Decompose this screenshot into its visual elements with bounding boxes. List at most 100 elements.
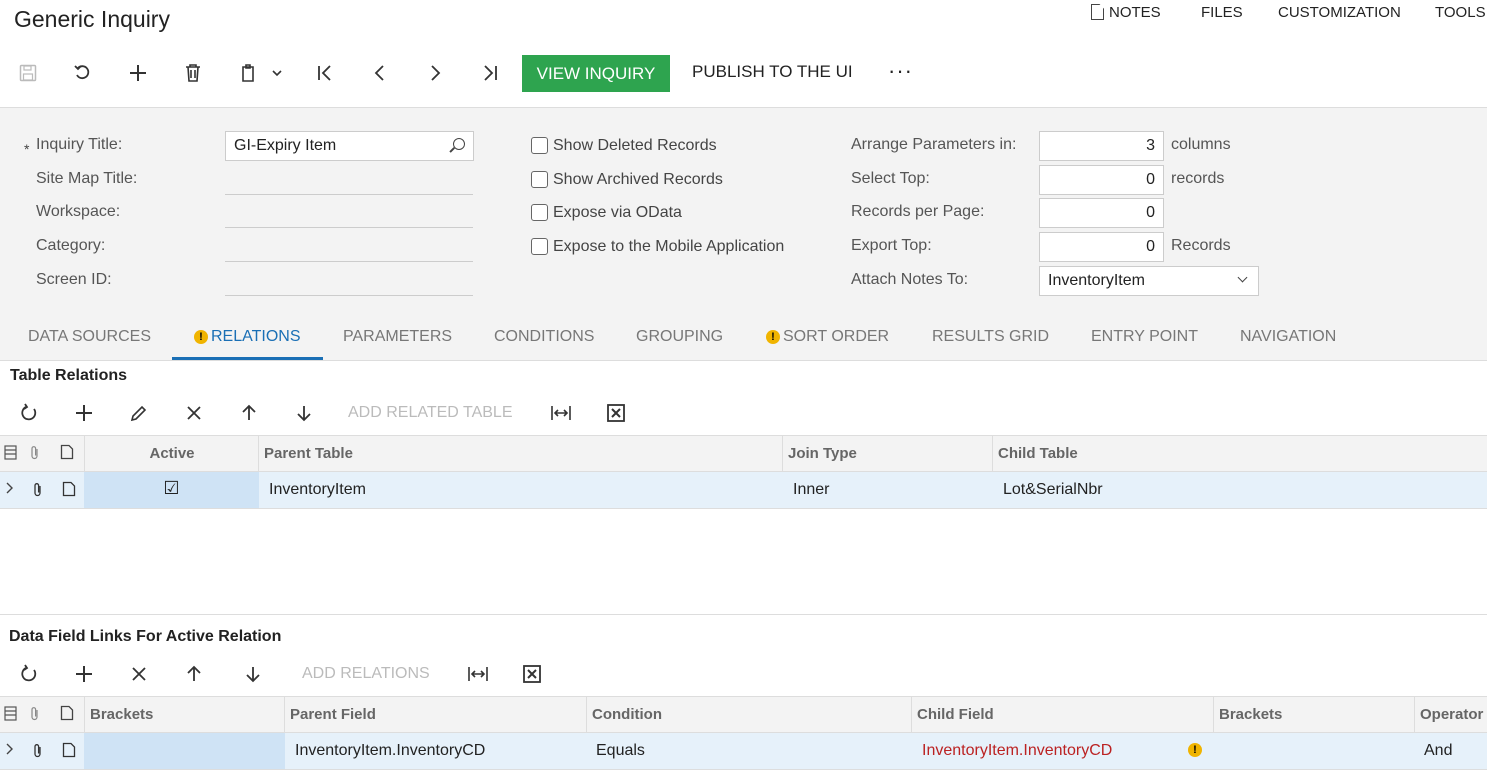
tab-relations[interactable]: ! RELATIONS [194, 328, 301, 346]
screen-id-field[interactable] [225, 295, 473, 296]
col-parent-table[interactable]: Parent Table [258, 436, 783, 472]
expose-mobile-checkbox[interactable] [531, 238, 548, 255]
records-per-page-input[interactable]: 0 [1039, 198, 1164, 228]
tab-navigation[interactable]: NAVIGATION [1240, 328, 1336, 346]
refresh-icon[interactable] [18, 403, 40, 429]
col-join-type[interactable]: Join Type [782, 436, 993, 472]
export-top-input[interactable]: 0 [1039, 232, 1164, 262]
export-top-label: Export Top: [851, 237, 932, 254]
screen-id-label: Screen ID: [36, 271, 112, 288]
last-record-icon[interactable] [479, 62, 501, 84]
col-child-field[interactable]: Child Field [911, 697, 1214, 733]
save-icon[interactable] [17, 62, 39, 84]
customization-link[interactable]: CUSTOMIZATION [1278, 4, 1401, 21]
arrange-parameters-label: Arrange Parameters in: [851, 136, 1017, 153]
child-field-cell[interactable]: InventoryItem.InventoryCD [912, 733, 1214, 769]
delete-row-icon[interactable] [183, 403, 205, 429]
add-row-icon[interactable] [73, 664, 95, 690]
chevron-right-icon[interactable] [6, 481, 14, 498]
tab-parameters[interactable]: PARAMETERS [343, 328, 452, 346]
attachment-icon[interactable] [32, 743, 44, 762]
brackets-cell[interactable] [84, 733, 285, 769]
join-type-cell[interactable]: Inner [783, 472, 993, 508]
parent-table-cell[interactable]: InventoryItem [259, 472, 782, 508]
move-down-icon[interactable] [293, 403, 315, 429]
attachment-icon[interactable] [32, 482, 44, 501]
add-related-table-button[interactable]: ADD RELATED TABLE [348, 404, 513, 422]
table-row[interactable]: InventoryItem.InventoryCD Equals Invento… [0, 733, 1487, 770]
tab-grouping[interactable]: GROUPING [636, 328, 723, 346]
brackets-2-cell[interactable] [1214, 733, 1414, 769]
chevron-down-icon[interactable] [266, 62, 288, 84]
chevron-down-icon [1237, 272, 1248, 283]
attach-notes-select[interactable]: InventoryItem [1039, 266, 1259, 296]
search-icon[interactable] [453, 138, 465, 150]
attachment-icon [29, 445, 41, 464]
active-checkbox[interactable]: ☑ [84, 472, 259, 508]
inquiry-title-input[interactable]: GI-Expiry Item [225, 131, 474, 161]
col-condition[interactable]: Condition [586, 697, 912, 733]
chevron-right-icon[interactable] [6, 742, 14, 759]
notes-link[interactable]: NOTES [1091, 4, 1161, 21]
table-row[interactable]: ☑ InventoryItem Inner Lot&SerialNbr [0, 472, 1487, 509]
site-map-title-field[interactable] [225, 194, 473, 195]
note-icon[interactable] [62, 481, 76, 500]
show-archived-label: Show Archived Records [553, 171, 723, 188]
view-inquiry-button[interactable]: VIEW INQUIRY [522, 55, 670, 92]
required-marker: * [24, 141, 30, 157]
condition-cell[interactable]: Equals [586, 733, 912, 769]
col-child-table[interactable]: Child Table [992, 436, 1487, 472]
next-record-icon[interactable] [424, 62, 446, 84]
parent-field-cell[interactable]: InventoryItem.InventoryCD [285, 733, 586, 769]
workspace-field[interactable] [225, 227, 473, 228]
category-field[interactable] [225, 261, 473, 262]
note-icon [60, 705, 74, 724]
warning-icon: ! [194, 330, 208, 344]
tools-link[interactable]: TOOLS [1435, 4, 1486, 21]
show-deleted-checkbox[interactable] [531, 137, 548, 154]
show-archived-checkbox[interactable] [531, 171, 548, 188]
col-active[interactable]: Active [84, 436, 259, 472]
undo-icon[interactable] [72, 62, 94, 84]
child-table-cell[interactable]: Lot&SerialNbr [993, 472, 1487, 508]
delete-icon[interactable] [182, 62, 204, 84]
refresh-icon[interactable] [18, 664, 40, 690]
fit-columns-icon[interactable] [467, 664, 489, 690]
move-up-icon[interactable] [238, 403, 260, 429]
col-parent-field[interactable]: Parent Field [284, 697, 586, 733]
add-row-icon[interactable] [73, 403, 95, 429]
previous-record-icon[interactable] [369, 62, 391, 84]
operator-cell[interactable]: And [1414, 733, 1487, 769]
col-brackets-2[interactable]: Brackets [1213, 697, 1415, 733]
note-icon[interactable] [62, 742, 76, 761]
col-operator[interactable]: Operator [1414, 697, 1487, 733]
fit-columns-icon[interactable] [550, 403, 572, 429]
select-top-input[interactable]: 0 [1039, 165, 1164, 195]
col-brackets[interactable]: Brackets [84, 697, 285, 733]
tab-sort-order[interactable]: ! SORT ORDER [766, 328, 889, 346]
data-field-links-title: Data Field Links For Active Relation [9, 628, 282, 645]
copy-paste-icon[interactable] [237, 62, 259, 84]
expose-odata-checkbox[interactable] [531, 204, 548, 221]
tab-results-grid[interactable]: RESULTS GRID [932, 328, 1049, 346]
warning-icon: ! [766, 330, 780, 344]
delete-row-icon[interactable] [128, 664, 150, 690]
move-down-icon[interactable] [242, 664, 264, 690]
export-excel-icon[interactable] [521, 664, 543, 690]
tab-entry-point[interactable]: ENTRY POINT [1091, 328, 1198, 346]
tab-conditions[interactable]: CONDITIONS [494, 328, 594, 346]
document-icon [1091, 4, 1104, 20]
select-top-label: Select Top: [851, 170, 930, 187]
files-link[interactable]: FILES [1201, 4, 1243, 21]
arrange-parameters-input[interactable]: 3 [1039, 131, 1164, 161]
add-icon[interactable] [127, 62, 149, 84]
publish-to-ui-button[interactable]: PUBLISH TO THE UI [692, 62, 853, 82]
tab-data-sources[interactable]: DATA SOURCES [28, 328, 151, 346]
move-up-icon[interactable] [183, 664, 205, 690]
first-record-icon[interactable] [314, 62, 336, 84]
site-map-title-label: Site Map Title: [36, 170, 138, 187]
export-excel-icon[interactable] [605, 403, 627, 429]
edit-icon[interactable] [128, 403, 150, 429]
more-actions-button[interactable]: ··· [888, 58, 913, 84]
add-relations-button[interactable]: ADD RELATIONS [302, 665, 430, 683]
